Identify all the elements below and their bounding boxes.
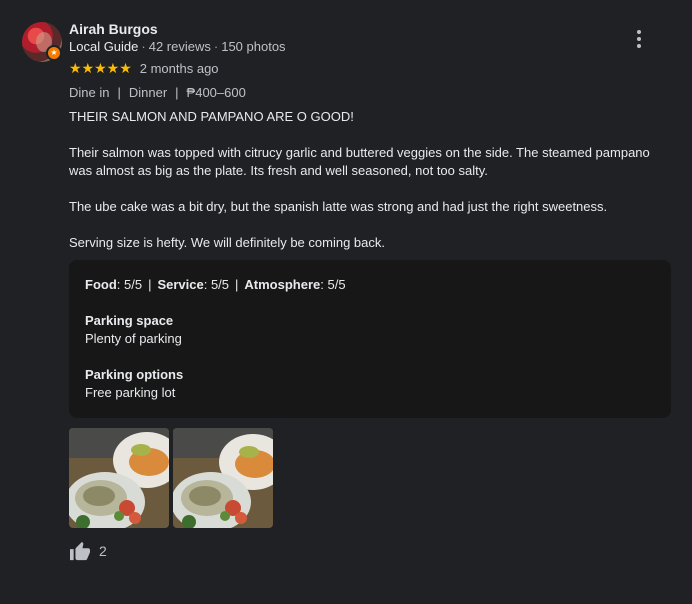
parking-options-label: Parking options <box>85 367 184 382</box>
food-photo-image <box>69 428 169 528</box>
local-guide-badge-icon: ★ <box>46 45 62 61</box>
review-card: ★ Airah Burgos Local Guide · 42 reviews · 15… <box>0 0 692 604</box>
review-paragraph: The ube cake was a bit dry, but the span… <box>69 199 608 214</box>
review-count: 42 reviews <box>148 39 211 54</box>
tag-meal: Dinner <box>128 85 168 100</box>
meta-separator: · <box>141 39 146 54</box>
review-paragraph: Serving size is hefty. We will definitel… <box>69 235 385 250</box>
parking-space-value: Plenty of parking <box>85 331 182 346</box>
photo-count: 150 photos <box>221 39 286 54</box>
atmosphere-label: Atmosphere <box>244 277 321 292</box>
review-details-panel: Food: 5/5 | Service: 5/5 | Atmosphere: 5/5 P… <box>69 260 671 418</box>
visit-tags: Dine in | Dinner | ₱400–600 <box>69 85 246 100</box>
local-guide-label: Local Guide <box>69 39 139 54</box>
parking-options: Parking options Free parking lot <box>85 366 655 402</box>
tag-separator: | <box>175 85 179 100</box>
review-photos <box>69 428 273 528</box>
star-rating-icon: ★★★★★ <box>69 60 132 76</box>
like-button[interactable]: 2 <box>69 541 107 561</box>
food-label: Food <box>85 277 117 292</box>
parking-space-label: Parking space <box>85 313 174 328</box>
rating-row: ★★★★★ 2 months ago <box>69 60 219 77</box>
more-options-icon[interactable] <box>630 28 648 50</box>
service-value: : 5/5 <box>203 277 230 292</box>
review-text: THEIR SALMON AND PAMPANO ARE O GOOD! The… <box>69 108 669 270</box>
like-count: 2 <box>99 543 107 559</box>
aspect-ratings: Food: 5/5 | Service: 5/5 | Atmosphere: 5/5 <box>85 276 655 294</box>
review-age: 2 months ago <box>139 61 219 76</box>
reviewer-name[interactable]: Airah Burgos <box>69 21 158 37</box>
parking-space: Parking space Plenty of parking <box>85 312 655 348</box>
service-label: Service <box>157 277 204 292</box>
food-value: : 5/5 <box>116 277 143 292</box>
food-photo-image <box>173 428 273 528</box>
review-paragraph: THEIR SALMON AND PAMPANO ARE O GOOD! <box>69 109 354 124</box>
review-paragraph: Their salmon was topped with citrucy gar… <box>69 145 650 178</box>
meta-separator: · <box>213 39 219 54</box>
tag-price: ₱400–600 <box>186 85 246 100</box>
tag-dine-in: Dine in <box>69 85 110 100</box>
thumbs-up-icon <box>70 541 90 561</box>
parking-options-value: Free parking lot <box>85 385 176 400</box>
review-photo[interactable] <box>173 428 273 528</box>
tag-separator: | <box>117 85 121 100</box>
review-photo[interactable] <box>69 428 169 528</box>
atmosphere-value: : 5/5 <box>320 277 346 292</box>
ratings-separator: | <box>148 277 152 292</box>
reviewer-meta: Local Guide · 42 reviews · 150 photos <box>69 39 286 54</box>
ratings-separator: | <box>235 277 239 292</box>
